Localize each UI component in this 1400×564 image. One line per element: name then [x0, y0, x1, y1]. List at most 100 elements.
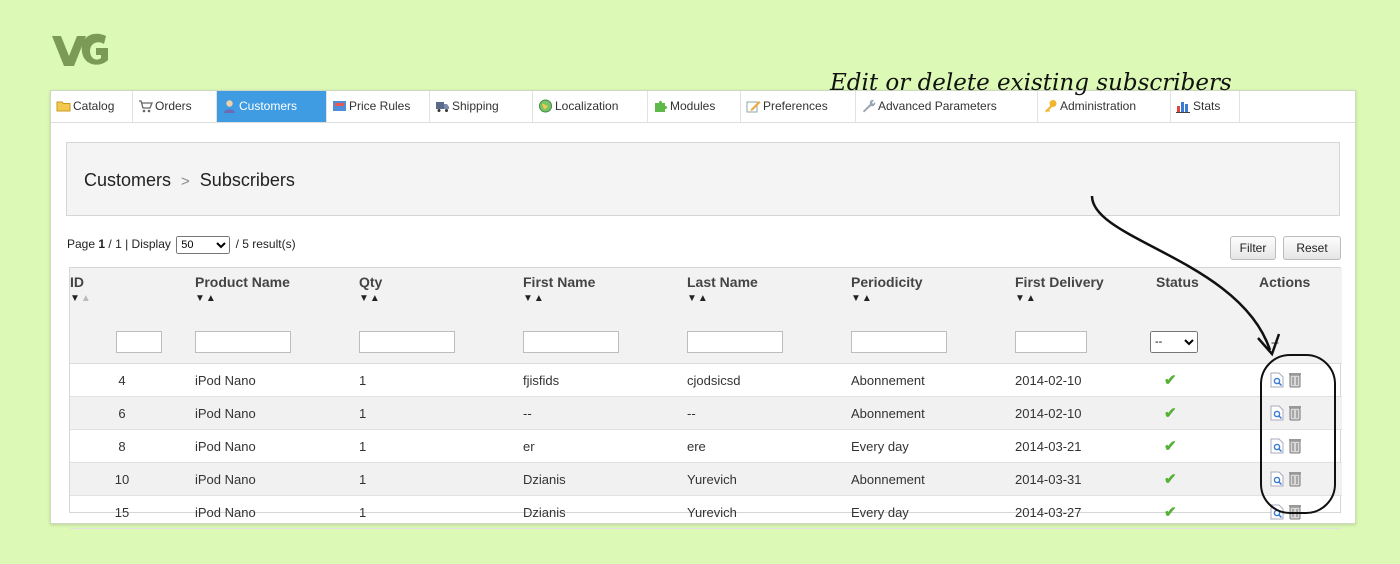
- breadcrumb: Customers > Subscribers: [84, 170, 295, 191]
- sort-arrows[interactable]: ▼▲: [523, 293, 667, 304]
- delete-icon[interactable]: [1288, 438, 1302, 454]
- cell-qty: 1: [339, 495, 503, 529]
- delete-icon[interactable]: [1288, 372, 1302, 388]
- column-first-name: First Name ▼▲: [503, 268, 667, 321]
- price-tag-icon: [333, 101, 346, 111]
- column-last-name: Last Name ▼▲: [667, 268, 831, 321]
- cell-first-delivery: 2014-03-31: [995, 462, 1145, 496]
- delete-icon[interactable]: [1288, 504, 1302, 520]
- cell-qty: 1: [339, 462, 503, 496]
- cell-id: 6: [70, 396, 174, 430]
- reset-button[interactable]: Reset: [1283, 236, 1341, 260]
- column-label: Status: [1156, 274, 1199, 290]
- status-check-icon[interactable]: ✔: [1164, 438, 1177, 455]
- filter-button[interactable]: Filter: [1230, 236, 1276, 260]
- tab-label: Price Rules: [349, 99, 411, 113]
- tab-customers[interactable]: Customers: [217, 91, 327, 122]
- tab-price-rules[interactable]: Price Rules: [327, 91, 430, 122]
- column-label: Periodicity: [851, 274, 923, 290]
- table-row[interactable]: 10 iPod Nano 1 Dzianis Yurevich Abonneme…: [70, 462, 1342, 496]
- breadcrumb-parent[interactable]: Customers: [84, 170, 171, 190]
- cell-first-name: er: [503, 429, 667, 463]
- cell-periodicity: Abonnement: [831, 462, 995, 496]
- sort-arrows[interactable]: ▼▲: [1015, 293, 1145, 304]
- table-row[interactable]: 6 iPod Nano 1 -- -- Abonnement 2014-02-1…: [70, 396, 1342, 430]
- tab-label: Administration: [1060, 99, 1137, 113]
- sort-arrows[interactable]: ▼▲: [195, 293, 339, 304]
- edit-icon[interactable]: [1270, 471, 1284, 487]
- tab-label: Advanced Parameters: [878, 99, 997, 113]
- column-label: First Delivery: [1015, 274, 1104, 290]
- filter-first-delivery-input[interactable]: [1015, 331, 1087, 353]
- delete-icon[interactable]: [1288, 471, 1302, 487]
- cell-product: iPod Nano: [174, 396, 339, 430]
- page-heading: Customers > Subscribers: [66, 142, 1340, 216]
- tab-label: Localization: [555, 99, 619, 113]
- annotation-callout: Edit or delete existing subscribers: [830, 70, 1232, 96]
- breadcrumb-separator: >: [181, 173, 190, 190]
- tab-label: Orders: [155, 99, 192, 113]
- edit-icon[interactable]: [1270, 504, 1284, 520]
- truck-icon: [436, 102, 449, 112]
- display-label: | Display: [125, 237, 171, 251]
- sort-arrows[interactable]: ▼▲: [687, 293, 831, 304]
- cell-id: 15: [70, 495, 174, 529]
- page-number: 1: [98, 237, 106, 251]
- sort-arrows[interactable]: ▼▲: [851, 293, 995, 304]
- pencil-icon: [746, 101, 761, 113]
- sort-arrows[interactable]: ▼▲: [359, 293, 503, 304]
- column-periodicity: Periodicity ▼▲: [831, 268, 995, 321]
- page-total: / 1: [108, 237, 122, 251]
- table-row[interactable]: 8 iPod Nano 1 er ere Every day 2014-03-2…: [70, 429, 1342, 463]
- status-check-icon[interactable]: ✔: [1164, 471, 1177, 488]
- cell-id: 8: [70, 429, 174, 463]
- filter-actions-placeholder: --: [1271, 335, 1279, 349]
- cell-id: 10: [70, 462, 174, 496]
- tab-label: Catalog: [73, 99, 115, 113]
- edit-icon[interactable]: [1270, 405, 1284, 421]
- column-label: Qty: [359, 274, 383, 290]
- pagination: Page 1 / 1 | Display 50 / 5 result(s): [67, 236, 296, 254]
- globe-icon: [539, 99, 552, 113]
- filter-product-name-input[interactable]: [195, 331, 291, 353]
- cell-first-delivery: 2014-03-27: [995, 495, 1145, 529]
- cell-last-name: cjodsicsd: [667, 363, 831, 397]
- edit-icon[interactable]: [1270, 438, 1284, 454]
- tab-label: Customers: [239, 99, 298, 113]
- delete-icon[interactable]: [1288, 405, 1302, 421]
- cell-last-name: Yurevich: [667, 462, 831, 496]
- edit-icon[interactable]: [1270, 372, 1284, 388]
- table-row[interactable]: 15 iPod Nano 1 Dzianis Yurevich Every da…: [70, 495, 1342, 529]
- filter-id-input[interactable]: [116, 331, 162, 353]
- key-icon: [1045, 100, 1057, 113]
- tab-modules[interactable]: Modules: [648, 91, 741, 122]
- cell-product: iPod Nano: [174, 462, 339, 496]
- tab-orders[interactable]: Orders: [133, 91, 217, 122]
- sort-arrows[interactable]: ▼▲: [70, 293, 174, 304]
- tab-catalog[interactable]: Catalog: [51, 91, 133, 122]
- status-check-icon[interactable]: ✔: [1164, 372, 1177, 389]
- cell-periodicity: Every day: [831, 495, 995, 529]
- filter-last-name-input[interactable]: [687, 331, 783, 353]
- puzzle-icon: [655, 100, 668, 112]
- status-check-icon[interactable]: ✔: [1164, 405, 1177, 422]
- filter-qty-input[interactable]: [359, 331, 455, 353]
- cell-qty: 1: [339, 363, 503, 397]
- display-count-select[interactable]: 50: [176, 236, 231, 254]
- cell-first-name: Dzianis: [503, 495, 667, 529]
- filter-first-name-input[interactable]: [523, 331, 619, 353]
- brand-logo: [52, 33, 108, 66]
- filter-periodicity-input[interactable]: [851, 331, 947, 353]
- cell-product: iPod Nano: [174, 495, 339, 529]
- folder-icon: [56, 101, 71, 112]
- status-check-icon[interactable]: ✔: [1164, 504, 1177, 521]
- column-status: Status: [1145, 268, 1235, 321]
- tab-localization[interactable]: Localization: [533, 91, 648, 122]
- tab-shipping[interactable]: Shipping: [430, 91, 533, 122]
- cell-qty: 1: [339, 429, 503, 463]
- filter-status-select[interactable]: --: [1150, 331, 1198, 353]
- table-row[interactable]: 4 iPod Nano 1 fjisfids cjodsicsd Abonnem…: [70, 363, 1342, 397]
- cell-first-name: Dzianis: [503, 462, 667, 496]
- cell-first-delivery: 2014-03-21: [995, 429, 1145, 463]
- column-qty: Qty ▼▲: [339, 268, 503, 321]
